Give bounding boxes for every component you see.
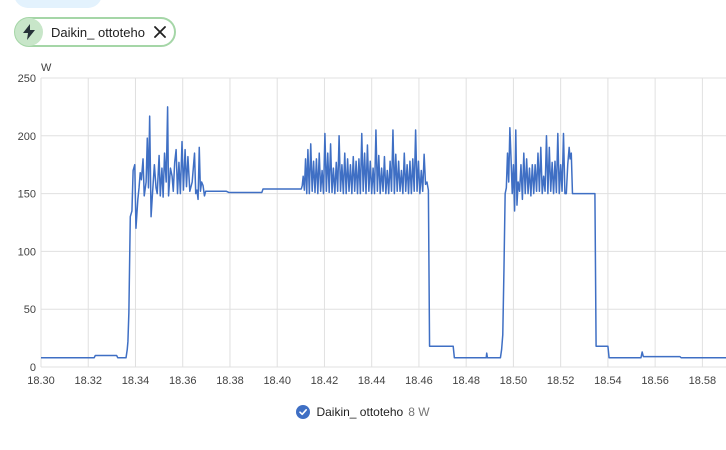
x-tick-label: 18.36 <box>169 375 197 387</box>
check-icon <box>296 405 311 419</box>
axis-layer: 0 50 100 150 200 250 18.30 18.32 18.34 18.36 18.38… <box>18 73 717 387</box>
x-tick-label: 18.54 <box>594 375 622 387</box>
y-axis-label: W <box>41 62 52 74</box>
legend-current-value: 8 W <box>408 405 430 419</box>
legend: Daikin_ ottoteho 8 W <box>0 405 726 419</box>
y-tick-label: 50 <box>24 304 36 316</box>
legend-series-name: Daikin_ ottoteho <box>316 405 404 419</box>
x-tick-label: 18.34 <box>122 375 150 387</box>
x-tick-label: 18.50 <box>500 375 528 387</box>
grid-layer <box>40 77 726 368</box>
x-tick-label: 18.58 <box>689 375 717 387</box>
x-tick-label: 18.44 <box>358 375 386 387</box>
x-tick-label: 18.56 <box>641 375 669 387</box>
series-line[interactable] <box>41 106 726 359</box>
x-tick-label: 18.38 <box>216 375 244 387</box>
x-tick-label: 18.40 <box>263 375 291 387</box>
x-tick-label: 18.42 <box>311 375 339 387</box>
y-tick-label: 0 <box>30 362 36 374</box>
legend-item[interactable]: Daikin_ ottoteho 8 W <box>296 405 430 419</box>
power-line-chart: 0 50 100 150 200 250 18.30 18.32 18.34 18.36 18.38… <box>18 62 726 387</box>
x-tick-label: 18.52 <box>547 375 575 387</box>
y-tick-label: 200 <box>18 131 36 143</box>
x-tick-label: 18.30 <box>27 375 55 387</box>
y-tick-label: 250 <box>18 73 36 85</box>
x-tick-label: 18.46 <box>405 375 433 387</box>
y-tick-label: 150 <box>18 189 36 201</box>
series-layer <box>41 106 726 359</box>
y-tick-label: 100 <box>18 246 36 258</box>
x-tick-label: 18.48 <box>452 375 480 387</box>
x-tick-label: 18.32 <box>74 375 102 387</box>
